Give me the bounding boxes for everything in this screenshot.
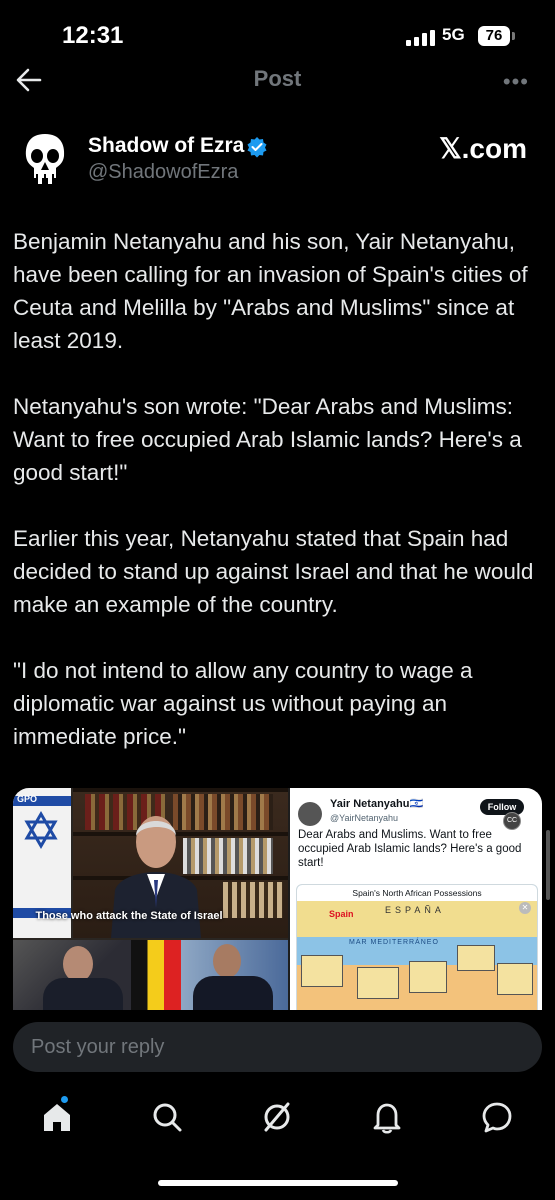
map-image: Spain's North African Possessions Spain …	[296, 884, 538, 1010]
reply-input[interactable]: Post your reply	[13, 1022, 542, 1072]
reply-placeholder: Post your reply	[31, 1036, 165, 1058]
post-media[interactable]: GPO Those who attack the State of Israel…	[13, 788, 542, 1010]
author-handle[interactable]: @ShadowofEzra	[88, 161, 238, 184]
map-label-spain: Spain	[329, 909, 354, 919]
signal-icon	[406, 30, 435, 46]
post-paragraph: Earlier this year, Netanyahu stated that…	[13, 526, 534, 617]
home-notification-dot	[61, 1096, 68, 1103]
author-name[interactable]: Shadow of Ezra	[88, 134, 244, 158]
map-label-espana: ESPAÑA	[385, 905, 445, 915]
bottom-tab-bar	[0, 1090, 555, 1150]
scrollbar[interactable]	[546, 830, 550, 900]
meeting-photo	[13, 940, 288, 1010]
follow-button: Follow	[480, 799, 524, 815]
post-paragraph: "I do not intend to allow any country to…	[13, 658, 473, 749]
search-icon[interactable]	[150, 1100, 184, 1134]
gpo-logo: GPO	[17, 794, 38, 804]
home-indicator	[158, 1180, 398, 1186]
avatar[interactable]	[22, 132, 68, 188]
home-icon[interactable]	[40, 1100, 74, 1134]
video-caption: Those who attack the State of Israel	[35, 910, 223, 922]
messages-icon[interactable]	[480, 1100, 514, 1134]
post-text: Benjamin Netanyahu and his son, Yair Net…	[13, 225, 538, 786]
map-label-sea: MAR MEDITERRÁNEO	[349, 939, 439, 946]
grok-icon[interactable]	[260, 1100, 294, 1134]
battery-icon: 76	[478, 26, 510, 46]
post-paragraph: Benjamin Netanyahu and his son, Yair Net…	[13, 229, 528, 353]
quoted-author-name: Yair Netanyahu🇮🇱	[330, 798, 424, 810]
battery-tip	[512, 32, 515, 40]
network-label: 5G	[442, 25, 465, 44]
map-title: Spain's North African Possessions	[297, 885, 537, 901]
more-options-icon[interactable]: •••	[503, 69, 529, 95]
status-time: 12:31	[62, 22, 124, 49]
media-image-tweet[interactable]: Yair Netanyahu🇮🇱 @YairNetanyahu Follow C…	[290, 788, 542, 1010]
post-paragraph: Netanyahu's son wrote: "Dear Arabs and M…	[13, 394, 522, 485]
notifications-icon[interactable]	[370, 1100, 404, 1134]
post-header: Post •••	[0, 55, 555, 105]
media-image-netanyahu[interactable]: GPO Those who attack the State of Israel	[13, 788, 288, 1010]
map-close-icon: ✕	[519, 902, 531, 914]
page-title: Post	[253, 66, 302, 91]
quoted-text: Dear Arabs and Muslims. Want to free occ…	[298, 829, 522, 869]
quoted-avatar	[298, 802, 322, 826]
source-label: 𝕏.com	[439, 133, 527, 164]
quoted-author-handle: @YairNetanyahu	[330, 813, 399, 823]
verified-badge-icon	[247, 137, 267, 158]
